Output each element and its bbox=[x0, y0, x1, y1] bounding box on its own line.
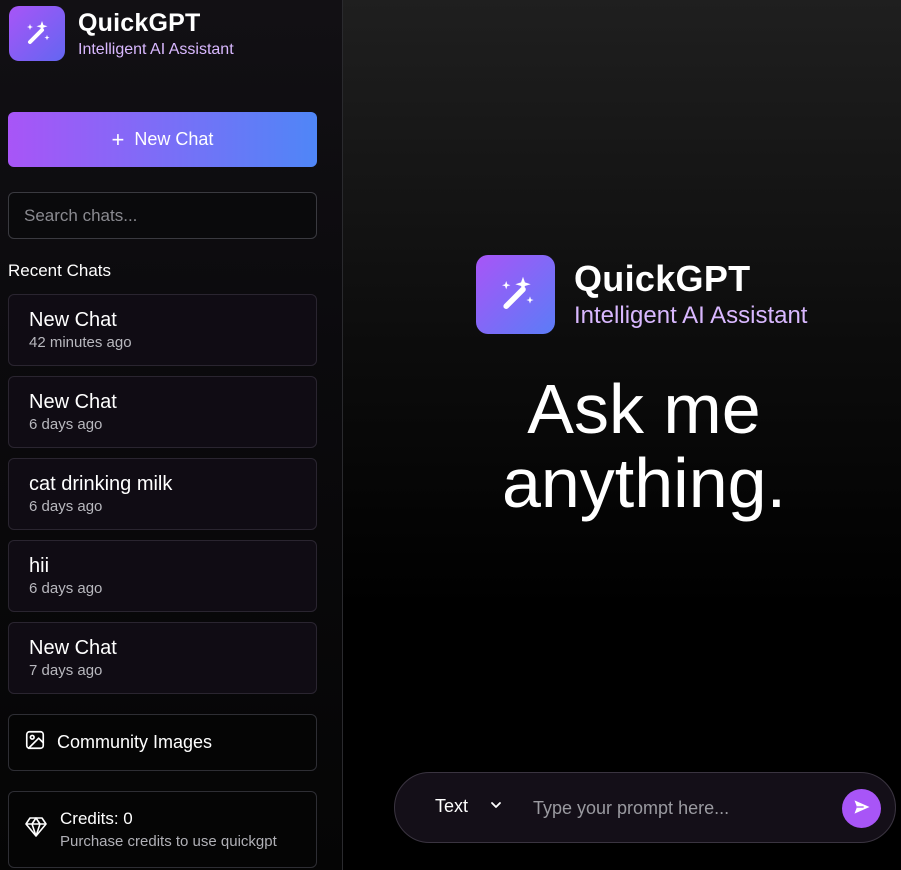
credits-panel[interactable]: Credits: 0 Purchase credits to use quick… bbox=[8, 791, 317, 868]
chat-title: New Chat bbox=[29, 309, 117, 331]
send-icon bbox=[852, 797, 872, 820]
mode-selected-value: Text bbox=[435, 796, 469, 816]
prompt-bar: Text bbox=[394, 772, 896, 843]
mode-select[interactable]: Text bbox=[435, 796, 502, 817]
credits-count: Credits: 0 bbox=[60, 809, 133, 828]
magic-wand-icon bbox=[9, 6, 65, 61]
headline-line-2: anything. bbox=[501, 444, 787, 522]
chat-main: QuickGPT Intelligent AI Assistant Ask me… bbox=[343, 0, 901, 870]
sidebar: QuickGPT Intelligent AI Assistant + New … bbox=[0, 0, 343, 870]
magic-wand-icon bbox=[476, 255, 555, 334]
chat-timestamp: 6 days ago bbox=[29, 498, 103, 515]
chat-list: New Chat 42 minutes ago New Chat 6 days … bbox=[8, 294, 317, 704]
chat-title: cat drinking milk bbox=[29, 473, 173, 495]
chat-title: New Chat bbox=[29, 391, 117, 413]
chat-title: New Chat bbox=[29, 637, 117, 659]
prompt-input[interactable] bbox=[533, 791, 833, 825]
plus-icon: + bbox=[111, 126, 125, 152]
community-images-label: Community Images bbox=[57, 732, 213, 752]
community-images-button[interactable]: Community Images bbox=[8, 714, 317, 771]
chevron-down-icon bbox=[490, 798, 502, 816]
headline: Ask me anything. bbox=[343, 372, 901, 520]
chat-list-item[interactable]: hii 6 days ago bbox=[8, 540, 317, 612]
new-chat-button[interactable]: + New Chat bbox=[8, 112, 317, 167]
search-chats-input[interactable] bbox=[8, 192, 317, 239]
image-gallery-icon bbox=[24, 729, 46, 756]
brand-title: QuickGPT bbox=[78, 8, 201, 37]
hero-logo: QuickGPT Intelligent AI Assistant bbox=[476, 255, 807, 334]
brand-subtitle: Intelligent AI Assistant bbox=[78, 40, 234, 58]
chat-title: hii bbox=[29, 555, 50, 577]
chat-timestamp: 42 minutes ago bbox=[29, 334, 132, 351]
chat-list-item[interactable]: cat drinking milk 6 days ago bbox=[8, 458, 317, 530]
send-button[interactable] bbox=[842, 789, 881, 828]
chat-list-item[interactable]: New Chat 6 days ago bbox=[8, 376, 317, 448]
chat-list-item[interactable]: New Chat 42 minutes ago bbox=[8, 294, 317, 366]
chat-timestamp: 7 days ago bbox=[29, 662, 103, 679]
hero-subtitle: Intelligent AI Assistant bbox=[574, 302, 808, 329]
recent-chats-heading: Recent Chats bbox=[8, 261, 111, 280]
credits-hint: Purchase credits to use quickgpt bbox=[60, 833, 277, 850]
chat-timestamp: 6 days ago bbox=[29, 580, 103, 597]
chat-list-item[interactable]: New Chat 7 days ago bbox=[8, 622, 317, 694]
hero-title: QuickGPT bbox=[574, 258, 751, 299]
headline-line-1: Ask me bbox=[527, 370, 761, 448]
new-chat-label: New Chat bbox=[134, 129, 214, 149]
chat-timestamp: 6 days ago bbox=[29, 416, 103, 433]
diamond-icon bbox=[24, 815, 48, 844]
sidebar-logo[interactable]: QuickGPT Intelligent AI Assistant bbox=[9, 6, 234, 61]
